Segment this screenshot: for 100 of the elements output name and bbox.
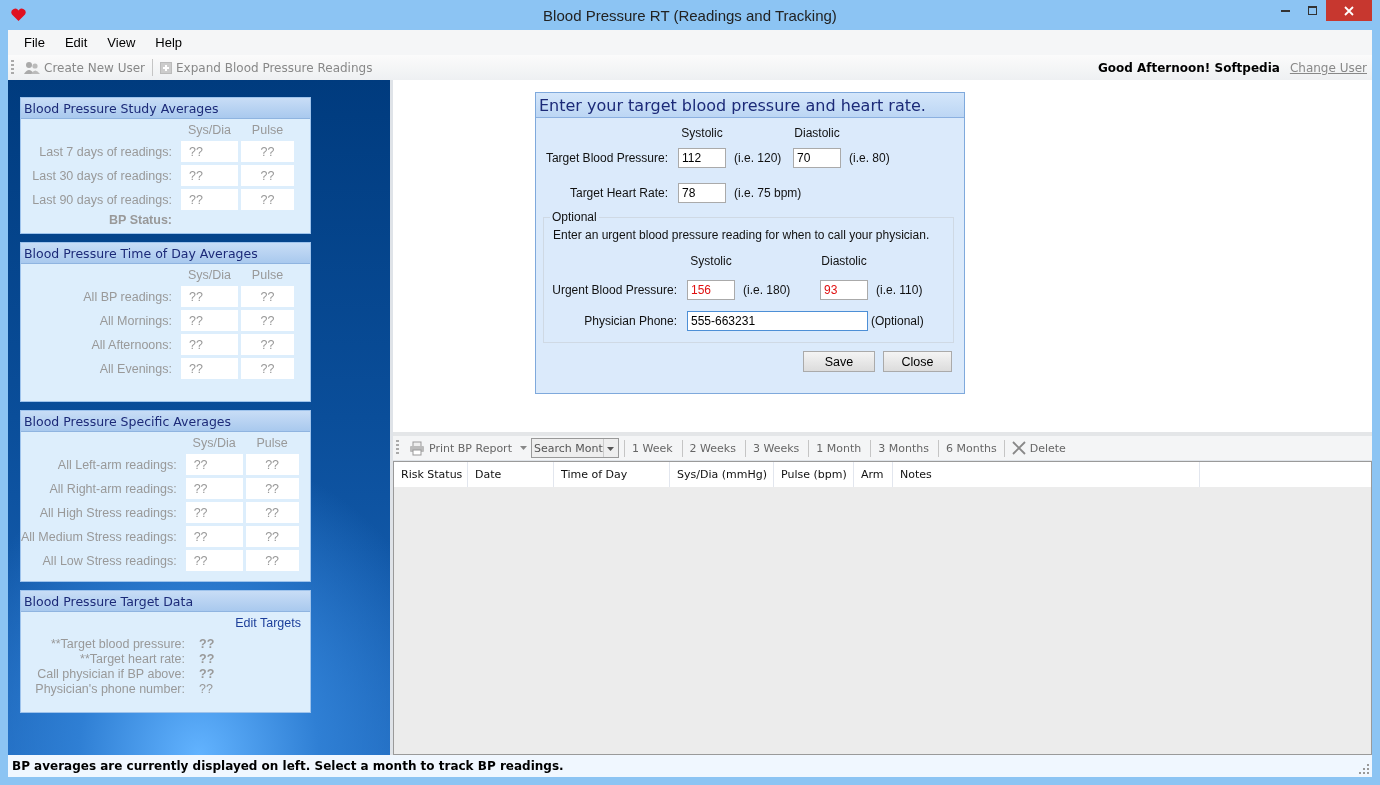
pulse-value: ??	[245, 550, 299, 571]
close-icon	[1344, 5, 1354, 16]
sys-dia-value: ??	[181, 310, 238, 331]
menu-item[interactable]: View	[97, 35, 146, 50]
row-label: All Low Stress readings:	[41, 553, 178, 568]
row-label: All Evenings:	[98, 361, 173, 376]
target-value: ??	[199, 652, 216, 666]
pulse-value: ??	[241, 310, 294, 331]
row-label: All Mornings:	[98, 313, 173, 328]
pulse-value: ??	[241, 189, 294, 210]
pulse-value: ??	[245, 526, 299, 547]
range-button[interactable]: 2 Weeks	[685, 441, 740, 455]
diastolic-field[interactable]: 93	[820, 280, 868, 300]
minimize-icon	[1281, 9, 1290, 12]
sys-dia-value: ??	[185, 526, 243, 547]
systolic-field[interactable]: 156	[687, 280, 735, 300]
column-heading: Diastolic	[820, 254, 868, 268]
range-button[interactable]: 1 Month	[812, 441, 866, 455]
systolic-field[interactable]: 112	[678, 148, 726, 168]
range-button[interactable]: 6 Months	[942, 441, 1001, 455]
printer-icon	[409, 440, 425, 456]
dropdown-arrow-icon[interactable]	[519, 446, 527, 450]
sys-dia-value: ??	[181, 334, 238, 355]
diastolic-field[interactable]: 70	[793, 148, 841, 168]
search-month-dropdown[interactable]: Search Mont	[530, 438, 619, 458]
instructions-text: Enter an urgent blood pressure reading for when to call your physician.	[552, 227, 931, 242]
example-hint: (i.e. 80)	[848, 151, 891, 165]
column-heading: Sys/Dia	[191, 436, 237, 451]
range-button[interactable]: 3 Months	[874, 441, 934, 455]
resize-grip-icon[interactable]	[1359, 764, 1369, 774]
example-hint: (i.e. 110)	[875, 283, 924, 297]
target-value: ??	[199, 637, 216, 651]
column-header[interactable]: Date	[468, 462, 554, 487]
phone-field[interactable]: 555-663231	[687, 311, 868, 331]
column-heading: Pulse	[250, 123, 285, 138]
delete-icon	[1011, 441, 1026, 455]
heart-rate-field[interactable]: 78	[678, 183, 726, 203]
print-report-button[interactable]: Print BP Report	[405, 440, 516, 456]
pulse-value: ??	[241, 358, 294, 379]
panel-title: Blood Pressure Specific Averages	[21, 411, 310, 432]
maximize-icon	[1308, 6, 1317, 15]
optional-hint: (Optional)	[870, 314, 925, 328]
field-label: Urgent Blood Pressure:	[551, 283, 678, 297]
column-heading: Sys/Dia	[186, 123, 233, 138]
row-label: All Medium Stress readings:	[21, 529, 178, 544]
column-heading: Diastolic	[793, 126, 841, 140]
close-button[interactable]	[1326, 0, 1372, 21]
row-label: Last 90 days of readings:	[31, 192, 173, 207]
row-label: All BP readings:	[82, 289, 173, 304]
pulse-value: ??	[241, 286, 294, 307]
status-text: BP averages are currently displayed on left. Select a month to track BP readings.	[12, 759, 564, 773]
row-label: All Afternoons:	[90, 337, 173, 352]
window-title: Blood Pressure RT (Readings and Tracking)	[543, 6, 837, 24]
row-label: All Right-arm readings:	[48, 481, 178, 496]
column-header[interactable]: Arm	[854, 462, 893, 487]
sys-dia-value: ??	[181, 358, 238, 379]
sys-dia-value: ??	[185, 550, 243, 571]
sys-dia-value: ??	[185, 502, 243, 523]
column-header[interactable]: Pulse (bpm)	[774, 462, 854, 487]
column-header[interactable]: Risk Status	[394, 462, 468, 487]
column-heading: Pulse	[250, 268, 285, 283]
target-label: Physician's phone number:	[34, 682, 186, 696]
sys-dia-value: ??	[181, 141, 238, 162]
column-header[interactable]: Time of Day	[554, 462, 670, 487]
pulse-value: ??	[241, 141, 294, 162]
pulse-value: ??	[245, 502, 299, 523]
sys-dia-value: ??	[185, 478, 243, 499]
example-hint: (i.e. 180)	[742, 283, 792, 297]
example-hint: (i.e. 120)	[733, 151, 783, 165]
edit-targets-link[interactable]: Edit Targets	[235, 616, 301, 630]
panel-title: Blood Pressure Target Data	[21, 591, 310, 612]
sys-dia-value: ??	[181, 189, 238, 210]
menu-item[interactable]: Edit	[54, 35, 98, 50]
range-button[interactable]: 3 Weeks	[748, 441, 804, 455]
pulse-value: ??	[245, 478, 299, 499]
column-heading: Pulse	[255, 436, 289, 451]
column-header[interactable]: Sys/Dia (mmHg)	[670, 462, 774, 487]
delete-button[interactable]: Delete	[1007, 441, 1070, 455]
heart-icon	[11, 8, 26, 22]
menu-item[interactable]: File	[14, 35, 55, 50]
menu-item[interactable]: Help	[145, 35, 193, 50]
group-legend: Optional	[550, 210, 599, 224]
row-label: Last 30 days of readings:	[31, 168, 173, 183]
users-icon	[24, 60, 40, 75]
save-button[interactable]: Save	[803, 351, 875, 372]
target-value: ??	[199, 682, 214, 696]
column-heading: Sys/Dia	[186, 268, 233, 283]
range-button[interactable]: 1 Week	[627, 441, 677, 455]
row-label: All High Stress readings:	[38, 505, 178, 520]
sys-dia-value: ??	[181, 286, 238, 307]
column-header[interactable]: Notes	[893, 462, 1200, 487]
column-heading: Systolic	[689, 254, 733, 268]
close-dialog-button[interactable]: Close	[883, 351, 952, 372]
pulse-value: ??	[241, 165, 294, 186]
row-label: All Left-arm readings:	[56, 457, 178, 472]
sys-dia-value: ??	[181, 165, 238, 186]
target-label: **Target heart rate:	[79, 652, 186, 666]
field-label: Physician Phone:	[583, 314, 678, 328]
field-label: Target Heart Rate:	[568, 186, 669, 200]
panel-title: Blood Pressure Time of Day Averages	[21, 243, 310, 264]
